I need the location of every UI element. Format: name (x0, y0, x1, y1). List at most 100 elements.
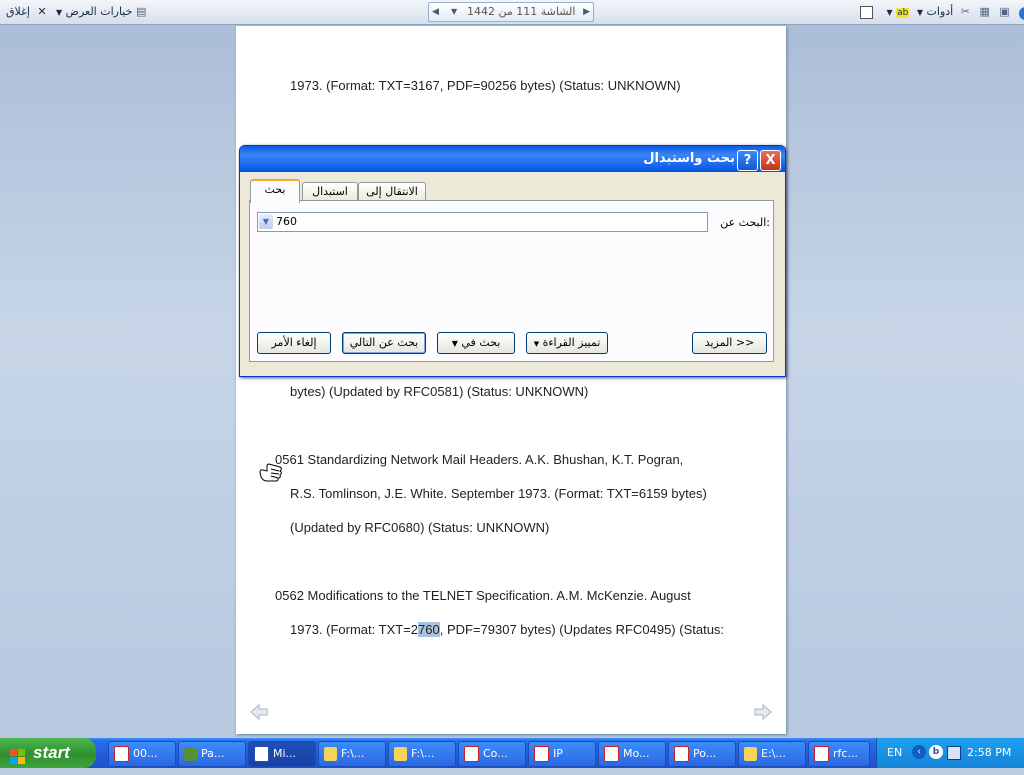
pdf-icon (604, 746, 619, 762)
document-line: R.S. Tomlinson, J.E. White. September 19… (290, 486, 707, 501)
word-icon (254, 746, 269, 762)
start-button[interactable]: start (0, 738, 96, 768)
next-screen-icon[interactable]: ▶ (583, 3, 590, 21)
taskbar: start 00... Pa... Mi... F:\... F:\... Co… (0, 738, 1024, 768)
document-line: 0562 Modifications to the TELNET Specifi… (275, 588, 691, 603)
tab-replace[interactable]: استبدال (302, 182, 358, 201)
dialog-close-button[interactable]: X (760, 150, 781, 171)
find-next-button[interactable]: بحث عن التالي (342, 332, 426, 354)
pdf-icon (674, 746, 689, 762)
document-line: 1973. (Format: TXT=3167, PDF=90256 bytes… (290, 78, 681, 93)
taskbar-item[interactable]: rfc... (808, 741, 870, 767)
prev-screen-icon[interactable]: ◀ (432, 3, 439, 21)
screen-position: الشاشة 111 من 1442 (467, 5, 576, 18)
close-icon: X (765, 153, 776, 168)
folder-icon (394, 747, 407, 761)
document-page: 1973. (Format: TXT=3167, PDF=90256 bytes… (236, 26, 786, 734)
toolbar-close-label: إغلاق (6, 5, 30, 18)
document-line: 0561 Standardizing Network Mail Headers.… (275, 452, 684, 467)
search-match-highlight: 760 (418, 622, 440, 637)
taskbar-item-label: Mi... (273, 747, 297, 760)
taskbar-item-label: Mo... (623, 747, 650, 760)
view-options-icon: ▤ (135, 5, 147, 18)
taskbar-item[interactable]: Mo... (598, 741, 666, 767)
view-options-button[interactable]: ▼ خيارات العرض ▤ (56, 3, 146, 21)
next-page-arrow-icon[interactable] (754, 703, 772, 721)
taskbar-item[interactable]: Pa... (178, 741, 246, 767)
taskbar-item-label: Po... (693, 747, 717, 760)
taskbar-item-label: F:\... (341, 747, 365, 760)
line-text: , PDF=79307 bytes) (Updates RFC0495) (St… (439, 622, 725, 637)
taskbar-item[interactable]: 00... (108, 741, 176, 767)
system-tray: EN ‹ b 2:58 PM (876, 738, 1024, 768)
document-line: (Updated by RFC0680) (Status: UNKNOWN) (290, 520, 550, 535)
find-in-label: بحث في (461, 336, 501, 349)
save-icon[interactable]: ▣ (999, 5, 1009, 18)
taskbar-item-label: E:\... (761, 747, 786, 760)
help-icon: ? (743, 153, 752, 168)
view-options-label: خيارات العرض (65, 5, 133, 18)
dropdown-arrow-icon: ▼ (533, 340, 540, 348)
dialog-titlebar[interactable]: بحث واستبدال ? X (240, 146, 785, 172)
document-line-with-match: 1973. (Format: TXT=2760, PDF=79307 bytes… (290, 622, 724, 637)
taskbar-item-label: 00... (133, 747, 158, 760)
pdf-icon (114, 746, 129, 762)
close-reading-button[interactable]: إغلاق ✕ (6, 3, 47, 21)
screen-menu-icon[interactable]: ▼ (451, 3, 457, 21)
tools-label[interactable]: أدوات (927, 5, 954, 18)
previous-page-arrow-icon[interactable] (250, 703, 268, 721)
dropdown-arrow-icon[interactable]: ▼ (887, 8, 893, 17)
taskbar-item[interactable]: F:\... (318, 741, 386, 767)
network-icon[interactable] (947, 746, 961, 760)
start-label: start (33, 743, 70, 762)
taskbar-item-label: IP (553, 747, 563, 760)
bluetooth-icon[interactable]: b (929, 745, 943, 759)
folder-icon (324, 747, 337, 761)
highlight-box-icon[interactable] (860, 5, 873, 19)
taskbar-item-label: rfc... (833, 747, 858, 760)
taskbar-item-active[interactable]: Mi... (248, 741, 316, 767)
language-indicator[interactable]: EN (887, 746, 902, 759)
line-text: 1973. (Format: TXT=2 (290, 622, 419, 637)
dropdown-arrow-icon[interactable]: ▼ (917, 8, 923, 17)
help-icon[interactable]: ? (1019, 7, 1024, 20)
dialog-title: بحث واستبدال (643, 151, 735, 166)
reading-toolbar: إغلاق ✕ ▼ خيارات العرض ▤ ◀ ▼ الشاشة 111 … (0, 0, 1024, 25)
find-in-button[interactable]: ▼ بحث في (437, 332, 515, 354)
more-button[interactable]: المزيد >> (692, 332, 767, 354)
taskbar-item[interactable]: F:\... (388, 741, 456, 767)
taskbar-item-label: Pa... (201, 747, 225, 760)
spelling-icon[interactable]: ab (896, 8, 910, 18)
dropdown-arrow-icon: ▼ (56, 8, 63, 17)
hand-cursor-icon (259, 463, 283, 483)
dropdown-arrow-icon: ▼ (451, 339, 458, 348)
print-icon[interactable]: ▦ (979, 5, 989, 18)
pdf-icon (814, 746, 829, 762)
taskbar-item[interactable]: Po... (668, 741, 736, 767)
tray-arrow-icon[interactable]: ‹ (912, 745, 926, 759)
find-what-combobox[interactable]: ▼ 760 (257, 212, 708, 232)
clock: 2:58 PM (967, 746, 1012, 759)
pdf-icon (464, 746, 479, 762)
find-what-value: 760 (276, 215, 297, 228)
taskbar-item[interactable]: IP (528, 741, 596, 767)
tab-find[interactable]: بحث (250, 179, 300, 203)
tab-goto[interactable]: الانتقال إلى (358, 182, 426, 201)
document-line: bytes) (Updated by RFC0581) (Status: UNK… (290, 384, 589, 399)
dialog-help-button[interactable]: ? (737, 150, 758, 171)
find-replace-dialog: بحث واستبدال ? X بحث استبدال الانتقال إل… (239, 145, 786, 377)
folder-icon (744, 747, 757, 761)
chevron-down-icon[interactable]: ▼ (259, 214, 273, 229)
taskbar-item-label: Co... (483, 747, 508, 760)
tools-icon[interactable]: ✂ (961, 5, 970, 18)
windows-logo-icon (10, 745, 26, 764)
screen-navigator: ◀ ▼ الشاشة 111 من 1442 ▶ (428, 2, 594, 22)
reading-highlight-label: تمييز القراءة (542, 336, 601, 349)
taskbar-item[interactable]: Co... (458, 741, 526, 767)
reading-highlight-button[interactable]: ▼ تمييز القراءة (526, 332, 608, 354)
toolbar-right-group: ▼ ab ▼ أدوات ✂ ▦ ▣ ? (860, 3, 1024, 21)
taskbar-item[interactable]: E:\... (738, 741, 806, 767)
paint-icon (184, 747, 197, 761)
cancel-button[interactable]: إلغاء الأمر (257, 332, 331, 354)
pdf-icon (534, 746, 549, 762)
